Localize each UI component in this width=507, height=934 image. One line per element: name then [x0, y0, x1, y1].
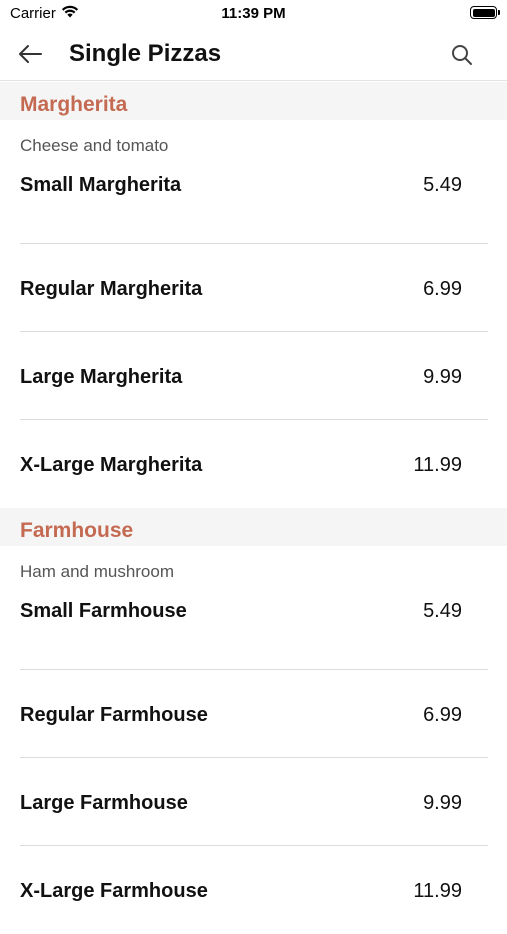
page-title: Single Pizzas [69, 40, 222, 67]
item-price: 5.49 [423, 174, 462, 196]
item-price: 11.99 [413, 454, 462, 476]
item-price: 9.99 [423, 792, 462, 814]
status-right [470, 6, 500, 19]
item-name: Large Farmhouse [20, 792, 188, 814]
item-name: Regular Farmhouse [20, 704, 208, 726]
item-price: 6.99 [423, 704, 462, 726]
item-price: 9.99 [423, 366, 462, 388]
menu-item-row[interactable]: Large Farmhouse 9.99 [0, 758, 507, 846]
menu-item-row[interactable]: Regular Farmhouse 6.99 [0, 670, 507, 758]
item-name: Regular Margherita [20, 278, 203, 300]
section-description: Ham and mushroom [20, 562, 175, 581]
navigation-bar: Single Pizzas [0, 28, 507, 81]
menu-item-row[interactable]: Large Margherita 9.99 [0, 332, 507, 420]
section-title: Farmhouse [20, 519, 134, 542]
section-title: Margherita [20, 93, 128, 116]
item-name: Small Farmhouse [20, 600, 187, 622]
section-header: Margherita [0, 82, 507, 120]
item-name: Small Margherita [20, 174, 182, 196]
back-button[interactable] [14, 39, 46, 69]
item-name: Large Margherita [20, 366, 183, 388]
section-header: Farmhouse [0, 508, 507, 546]
menu-item-row[interactable]: Small Margherita 5.49 [0, 168, 507, 244]
menu-item-row[interactable]: Regular Margherita 6.99 [0, 244, 507, 332]
arrow-left-icon [19, 45, 42, 63]
status-time: 11:39 PM [221, 5, 286, 22]
search-button[interactable] [447, 40, 477, 70]
item-price: 5.49 [423, 600, 462, 622]
section-description: Cheese and tomato [20, 136, 169, 155]
battery-icon [470, 6, 500, 19]
menu-item-row[interactable]: X-Large Farmhouse 11.99 [0, 846, 507, 934]
menu-item-row[interactable]: X-Large Margherita 11.99 [0, 420, 507, 508]
item-price: 6.99 [423, 278, 462, 300]
search-icon [452, 45, 472, 65]
menu-item-row[interactable]: Small Farmhouse 5.49 [0, 594, 507, 670]
item-name: X-Large Margherita [20, 454, 203, 476]
status-bar: Carrier 11:39 PM [0, 0, 507, 28]
menu-list: Margherita Cheese and tomato Small Margh… [0, 82, 507, 934]
